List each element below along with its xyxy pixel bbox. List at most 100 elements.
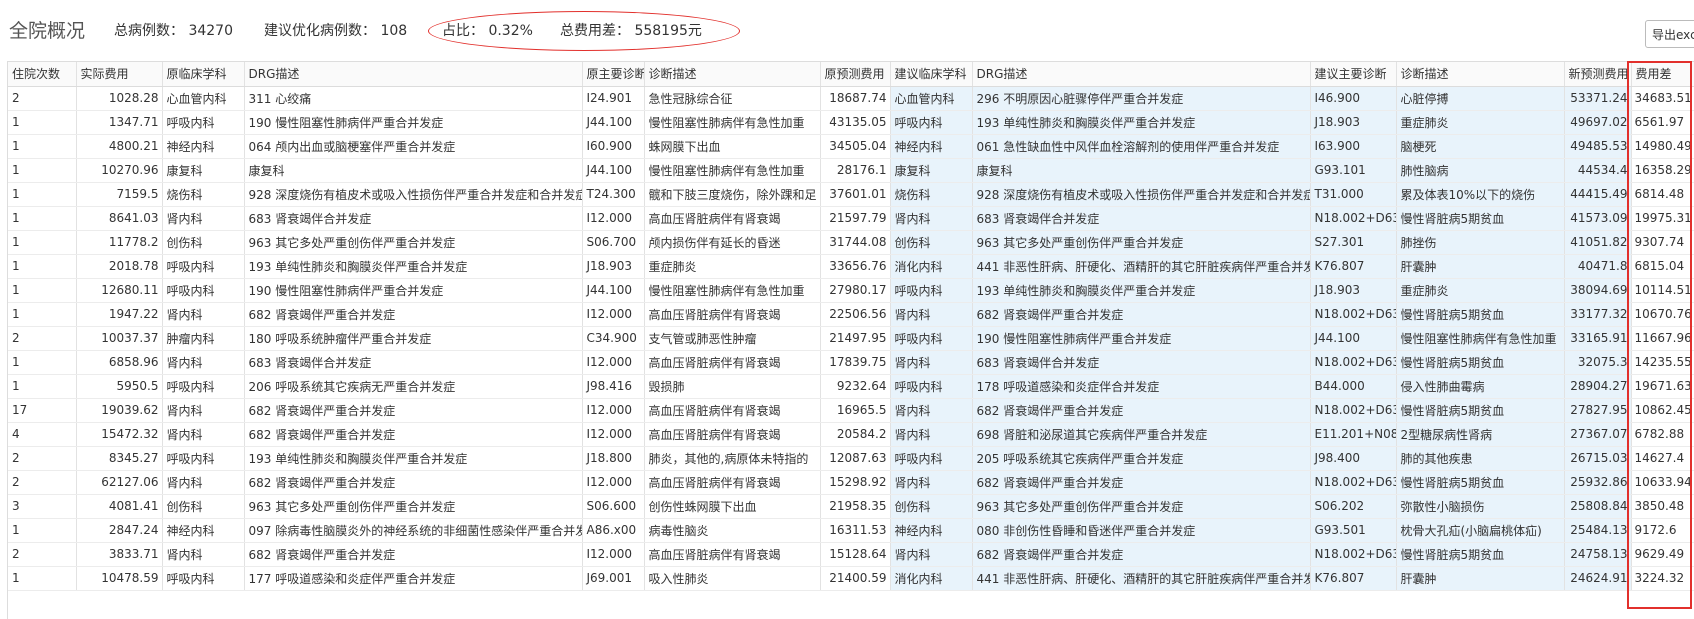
table-row[interactable]: 2 8345.27 呼吸内科 193 单纯性肺炎和胸膜炎伴严重合并发症 J18.800 肺… bbox=[8, 446, 1694, 471]
cell-orig-drg: 928 深度烧伤有植皮术或吸入性损伤伴严重合并发症和合并发症 bbox=[244, 182, 583, 207]
column-header-new-pred-cost[interactable]: 新预测费用 bbox=[1564, 62, 1632, 87]
cell-sugg-drg: 682 肾衰竭伴严重合并发症 bbox=[972, 398, 1311, 423]
cell-actual-cost: 2018.78 bbox=[76, 254, 163, 279]
cell-orig-diag-desc: 高血压肾脏病伴有肾衰竭 bbox=[644, 398, 821, 423]
column-header-orig-pred-cost[interactable]: 原预测费用 bbox=[820, 62, 891, 87]
cell-actual-cost: 4800.21 bbox=[76, 134, 163, 159]
cell-new-pred-cost: 28904.27 bbox=[1564, 374, 1632, 399]
table-row[interactable]: 2 1028.28 心血管内科 311 心绞痛 I24.901 急性冠脉综合征 18687.… bbox=[8, 86, 1694, 111]
cell-orig-dept: 肾内科 bbox=[162, 470, 245, 495]
cell-orig-pred-cost: 16965.5 bbox=[820, 398, 891, 423]
cell-visits: 1 bbox=[8, 182, 77, 207]
cell-sugg-diag-code: N18.002+D63 bbox=[1310, 302, 1397, 327]
cell-orig-diag-desc: 吸入性肺炎 bbox=[644, 566, 821, 591]
cell-sugg-diag-desc: 重症肺炎 bbox=[1396, 278, 1565, 303]
cell-orig-dept: 肾内科 bbox=[162, 542, 245, 567]
cell-cost-diff: 19975.31 bbox=[1631, 206, 1694, 231]
cell-sugg-dept: 呼吸内科 bbox=[890, 446, 973, 471]
cell-sugg-diag-code: G93.501 bbox=[1310, 518, 1397, 543]
cell-cost-diff: 3224.32 bbox=[1631, 566, 1694, 591]
cell-orig-diag-code: I12.000 bbox=[582, 302, 645, 327]
cell-sugg-dept: 肾内科 bbox=[890, 398, 973, 423]
cell-sugg-drg: 963 其它多处严重创伤伴严重合并发症 bbox=[972, 494, 1311, 519]
cell-sugg-drg: 441 非恶性肝病、肝硬化、酒精肝的其它肝脏疾病伴严重合并发症 bbox=[972, 254, 1311, 279]
cell-sugg-dept: 肾内科 bbox=[890, 206, 973, 231]
cell-sugg-diag-desc: 脑梗死 bbox=[1396, 134, 1565, 159]
cell-sugg-diag-desc: 肝囊肿 bbox=[1396, 254, 1565, 279]
cell-actual-cost: 8345.27 bbox=[76, 446, 163, 471]
cell-orig-dept: 呼吸内科 bbox=[162, 110, 245, 135]
table-row[interactable]: 1 1947.22 肾内科 682 肾衰竭伴严重合并发症 I12.000 高血压肾脏病伴有… bbox=[8, 302, 1694, 327]
table-row[interactable]: 1 12680.11 呼吸内科 190 慢性阻塞性肺病伴严重合并发症 J44.100 慢性… bbox=[8, 278, 1694, 303]
cell-new-pred-cost: 25932.86 bbox=[1564, 470, 1632, 495]
cell-visits: 1 bbox=[8, 254, 77, 279]
cell-sugg-drg: 296 不明原因心脏骤停伴严重合并发症 bbox=[972, 86, 1311, 111]
column-header-orig-diag-code[interactable]: 原主要诊断 bbox=[582, 62, 645, 87]
cell-new-pred-cost: 44415.49 bbox=[1564, 182, 1632, 207]
cell-sugg-diag-code: N18.002+D63 bbox=[1310, 470, 1397, 495]
table-row[interactable]: 17 19039.62 肾内科 682 肾衰竭伴严重合并发症 I12.000 高血压肾脏病… bbox=[8, 398, 1694, 423]
table-row[interactable]: 1 2018.78 呼吸内科 193 单纯性肺炎和胸膜炎伴严重合并发症 J18.903 重… bbox=[8, 254, 1694, 279]
table-row[interactable]: 1 2847.24 神经内科 097 除病毒性脑膜炎外的神经系统的非细菌性感染伴严重合… bbox=[8, 518, 1694, 543]
cell-orig-diag-desc: 髋和下肢三度烧伤，除外踝和足 bbox=[644, 182, 821, 207]
cell-orig-pred-cost: 21958.35 bbox=[820, 494, 891, 519]
cell-actual-cost: 5950.5 bbox=[76, 374, 163, 399]
cell-visits: 1 bbox=[8, 206, 77, 231]
cell-sugg-dept: 神经内科 bbox=[890, 134, 973, 159]
table-row[interactable]: 1 4800.21 神经内科 064 颅内出血或脑梗塞伴严重合并发症 I60.900 蛛网… bbox=[8, 134, 1694, 159]
cell-cost-diff: 10114.51 bbox=[1631, 278, 1694, 303]
cell-orig-diag-desc: 急性冠脉综合征 bbox=[644, 86, 821, 111]
cell-actual-cost: 15472.32 bbox=[76, 422, 163, 447]
cell-orig-drg: 193 单纯性肺炎和胸膜炎伴严重合并发症 bbox=[244, 446, 583, 471]
column-header-sugg-diag-code[interactable]: 建议主要诊断 bbox=[1310, 62, 1397, 87]
cell-orig-drg: 682 肾衰竭伴严重合并发症 bbox=[244, 470, 583, 495]
column-header-actual-cost[interactable]: 实际费用 bbox=[76, 62, 163, 87]
column-header-sugg-diag-desc[interactable]: 诊断描述 bbox=[1396, 62, 1565, 87]
cell-actual-cost: 62127.06 bbox=[76, 470, 163, 495]
cell-sugg-diag-desc: 侵入性肺曲霉病 bbox=[1396, 374, 1565, 399]
cell-orig-diag-desc: 重症肺炎 bbox=[644, 254, 821, 279]
cell-orig-drg: 683 肾衰竭伴合并发症 bbox=[244, 206, 583, 231]
table-row[interactable]: 1 7159.5 烧伤科 928 深度烧伤有植皮术或吸入性损伤伴严重合并发症和合并发症… bbox=[8, 182, 1694, 207]
cell-cost-diff: 6782.88 bbox=[1631, 422, 1694, 447]
column-header-orig-dept[interactable]: 原临床学科 bbox=[162, 62, 245, 87]
cell-visits: 1 bbox=[8, 110, 77, 135]
table-row[interactable]: 2 62127.06 肾内科 682 肾衰竭伴严重合并发症 I12.000 高血压肾脏病伴… bbox=[8, 470, 1694, 495]
cell-orig-diag-desc: 高血压肾脏病伴有肾衰竭 bbox=[644, 302, 821, 327]
table-row[interactable]: 2 10037.37 肿瘤内科 180 呼吸系统肿瘤伴严重合并发症 C34.900 支气管… bbox=[8, 326, 1694, 351]
cell-orig-diag-code: T24.300 bbox=[582, 182, 645, 207]
table-row[interactable]: 1 10478.59 呼吸内科 177 呼吸道感染和炎症伴严重合并发症 J69.001 吸… bbox=[8, 566, 1694, 591]
table-row[interactable]: 1 10270.96 康复科 康复科 J44.100 慢性阻塞性肺病伴有急性加重 28176… bbox=[8, 158, 1694, 183]
table-row[interactable]: 1 11778.2 创伤科 963 其它多处严重创伤伴严重合并发症 S06.700 颅内损… bbox=[8, 230, 1694, 255]
cell-sugg-dept: 肾内科 bbox=[890, 422, 973, 447]
table-row[interactable]: 1 6858.96 肾内科 683 肾衰竭伴合并发症 I12.000 高血压肾脏病伴有肾衰… bbox=[8, 350, 1694, 375]
cell-orig-diag-code: I12.000 bbox=[582, 398, 645, 423]
case-table-container[interactable]: 住院次数 实际费用 原临床学科 DRG描述 原主要诊断 诊断描述 原预测费用 建议临床学科 DR… bbox=[7, 61, 1694, 619]
cell-orig-diag-code: C34.900 bbox=[582, 326, 645, 351]
cell-sugg-dept: 肾内科 bbox=[890, 542, 973, 567]
column-header-orig-drg[interactable]: DRG描述 bbox=[244, 62, 583, 87]
table-row[interactable]: 1 1347.71 呼吸内科 190 慢性阻塞性肺病伴严重合并发症 J44.100 慢性阻… bbox=[8, 110, 1694, 135]
cell-cost-diff: 10633.94 bbox=[1631, 470, 1694, 495]
table-row[interactable]: 4 15472.32 肾内科 682 肾衰竭伴严重合并发症 I12.000 高血压肾脏病伴… bbox=[8, 422, 1694, 447]
cell-orig-pred-cost: 27980.17 bbox=[820, 278, 891, 303]
column-header-sugg-drg[interactable]: DRG描述 bbox=[972, 62, 1311, 87]
cell-orig-dept: 肿瘤内科 bbox=[162, 326, 245, 351]
cell-new-pred-cost: 40471.8 bbox=[1564, 254, 1632, 279]
cell-new-pred-cost: 49697.02 bbox=[1564, 110, 1632, 135]
column-header-orig-diag-desc[interactable]: 诊断描述 bbox=[644, 62, 821, 87]
table-row[interactable]: 2 3833.71 肾内科 682 肾衰竭伴严重合并发症 I12.000 高血压肾脏病伴有… bbox=[8, 542, 1694, 567]
column-header-cost-diff[interactable]: 费用差 bbox=[1631, 62, 1694, 87]
table-row[interactable]: 1 5950.5 呼吸内科 206 呼吸系统其它疾病无严重合并发症 J98.416 毁损肺… bbox=[8, 374, 1694, 399]
column-header-visits[interactable]: 住院次数 bbox=[8, 62, 77, 87]
cell-orig-diag-desc: 慢性阻塞性肺病伴有急性加重 bbox=[644, 158, 821, 183]
cell-actual-cost: 2847.24 bbox=[76, 518, 163, 543]
cell-orig-diag-desc: 毁损肺 bbox=[644, 374, 821, 399]
export-excel-button[interactable]: 导出excel bbox=[1645, 20, 1694, 48]
cell-sugg-diag-code: J18.903 bbox=[1310, 110, 1397, 135]
table-row[interactable]: 3 4081.41 创伤科 963 其它多处严重创伤伴严重合并发症 S06.600 创伤性… bbox=[8, 494, 1694, 519]
cell-new-pred-cost: 33165.91 bbox=[1564, 326, 1632, 351]
table-row[interactable]: 1 8641.03 肾内科 683 肾衰竭伴合并发症 I12.000 高血压肾脏病伴有肾衰… bbox=[8, 206, 1694, 231]
cell-sugg-dept: 烧伤科 bbox=[890, 182, 973, 207]
column-header-sugg-dept[interactable]: 建议临床学科 bbox=[890, 62, 973, 87]
